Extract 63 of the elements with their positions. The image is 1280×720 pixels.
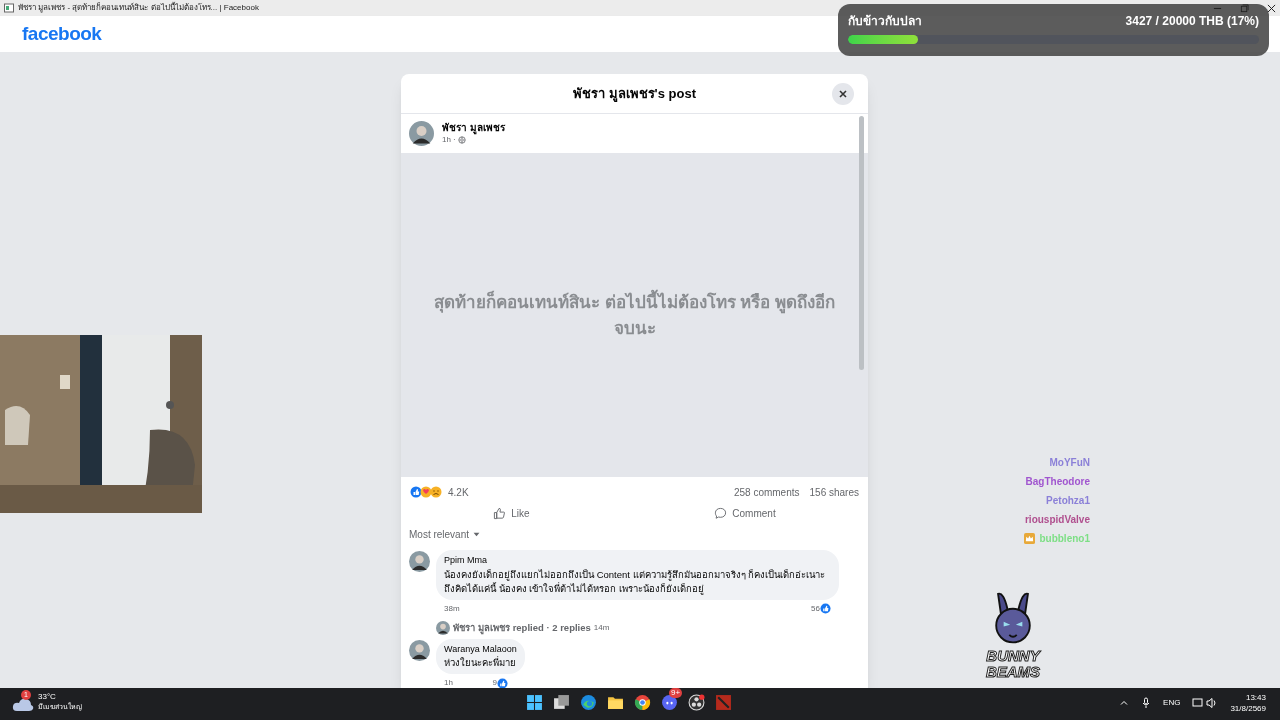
comment-time: 1h — [444, 677, 453, 688]
avatar[interactable] — [409, 121, 434, 146]
page-icon — [4, 3, 14, 13]
like-icon — [820, 603, 831, 614]
post-time[interactable]: 1h · — [442, 134, 456, 145]
post-text: สุดท้ายก็คอนเทนท์สินะ ต่อไปนี้ไม่ต้องโทร หรือ พูดถึงอีก จบนะ — [427, 289, 842, 342]
edge-icon[interactable] — [580, 694, 597, 711]
like-button[interactable]: Like — [485, 505, 538, 521]
chat-username: riouspidValve — [1024, 513, 1090, 527]
cloud-icon[interactable] — [12, 696, 34, 712]
avatar[interactable] — [436, 620, 450, 635]
globe-icon — [457, 135, 466, 144]
temperature: 33°C — [38, 692, 57, 702]
scrollbar-thumb[interactable] — [859, 116, 864, 370]
game-icon[interactable] — [715, 694, 732, 711]
logo-text: BUNNY BEAMS — [984, 648, 1042, 680]
like-count: 9 — [492, 677, 497, 688]
tab-title[interactable]: พัชรา มูลเพชร - สุดท้ายก็คอนเทนท์สินะ ต่อไปนี้ไม่ต้องโทร... | Facebook — [18, 2, 259, 14]
folder-icon[interactable] — [607, 694, 624, 711]
microphone-icon[interactable] — [1141, 697, 1152, 709]
network-volume-icons[interactable] — [1192, 697, 1219, 709]
reaction-count[interactable]: 4.2K — [448, 484, 469, 500]
like-icon — [493, 506, 507, 520]
language-indicator[interactable]: ENG — [1163, 697, 1181, 709]
notification-badge: 9+ — [669, 688, 683, 698]
donation-progress-text: 3427 / 20000 THB (17%) — [1125, 13, 1259, 30]
comment-time: 38m — [444, 602, 460, 615]
comment-icon — [714, 506, 728, 520]
comment-text: ห่วงใยนะคะพี่มาย — [444, 656, 517, 671]
shares-count[interactable]: 156 shares — [809, 484, 859, 500]
discord-icon[interactable] — [661, 694, 678, 711]
close-icon — [838, 89, 848, 99]
recording-icon[interactable] — [688, 694, 705, 711]
chat-username: bubbleno1 — [1039, 532, 1090, 546]
avatar[interactable] — [409, 639, 430, 661]
chevron-up-icon[interactable] — [1119, 698, 1130, 708]
replies-link[interactable]: replied · 2 replies — [512, 620, 591, 635]
chat-username: BagTheodore — [1025, 475, 1090, 489]
reaction-icons[interactable] — [410, 486, 444, 498]
reply-time: 14m — [593, 621, 610, 634]
caret-icon — [473, 532, 481, 537]
donation-title: กับข้าวกับปลา — [848, 13, 922, 30]
clock-time[interactable]: 13:43 — [1245, 692, 1266, 703]
reply-author[interactable]: พัชรา มูลเพชร — [453, 620, 510, 635]
windows-logo-icon[interactable] — [526, 694, 543, 711]
facebook-logo[interactable]: facebook — [22, 19, 102, 49]
author-name[interactable]: พัชรา มูลเพชร — [442, 122, 505, 135]
close-button[interactable] — [832, 83, 854, 105]
chrome-icon[interactable] — [634, 694, 651, 711]
comment-author[interactable]: Ppim Mma — [444, 554, 831, 568]
task-view-icon[interactable] — [553, 694, 570, 711]
sort-dropdown[interactable]: Most relevant — [401, 527, 489, 542]
comment-author[interactable]: Waranya Malaoon — [444, 642, 517, 657]
clock-date[interactable]: 31/8/2569 — [1230, 703, 1266, 714]
chat-username: MoYFuN — [1049, 456, 1090, 470]
comment-text: น้องคงยังเด็กอยู่ถึงแยกไม่ออกถึงเป็น Content แต่ความรู้สึกมันออกมาจริงๆ ก็คงเป็นเด็กอ่ะเนาะ ถึงคิดได้แค่นี้ น้องคง เข้าใจพี่ต้าไม่ได้หรอก เพราะน้องก็ยังเด็กอยู่ — [444, 567, 827, 596]
avatar[interactable] — [409, 551, 430, 572]
chat-username: Petohza1 — [1046, 494, 1090, 508]
comment-button[interactable]: Comment — [706, 505, 784, 521]
close-icon[interactable] — [1267, 4, 1276, 13]
comments-count[interactable]: 258 comments — [733, 484, 800, 500]
like-count: 56 — [811, 602, 820, 615]
dialog-title: พัชรา มูลเพชร's post — [573, 84, 696, 104]
